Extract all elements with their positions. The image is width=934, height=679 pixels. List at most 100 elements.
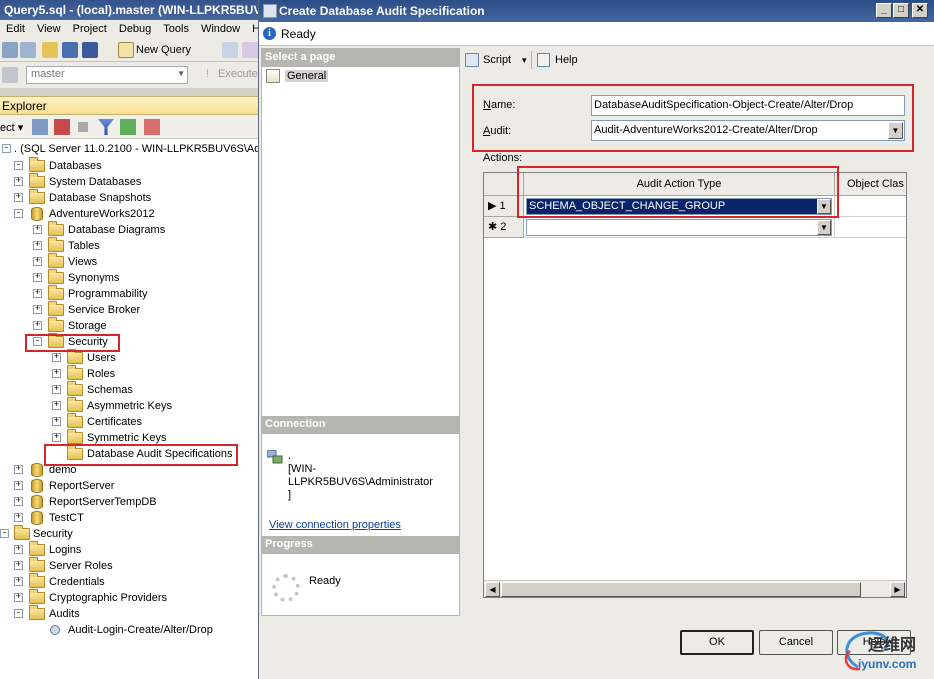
close-button[interactable]: ✕ [912, 3, 928, 18]
expand-icon[interactable]: + [52, 401, 61, 410]
mdx-query-icon[interactable] [222, 42, 238, 58]
expand-icon[interactable]: + [33, 289, 42, 298]
select-page-header: Select a page [262, 49, 459, 67]
folder-icon [29, 173, 45, 188]
menu-edit[interactable]: Edit [0, 20, 31, 37]
connect-button[interactable]: ect ▾ [0, 121, 23, 134]
collapse-icon[interactable]: - [14, 209, 23, 218]
open-file-icon[interactable] [42, 42, 58, 58]
filter-icon[interactable] [98, 119, 114, 135]
object-class-cell-new[interactable] [835, 217, 906, 238]
maximize-button[interactable]: □ [893, 3, 909, 18]
expand-icon[interactable]: + [52, 369, 61, 378]
ssms-title: Query5.sql - (local).master (WIN-LLPKR5B… [4, 3, 260, 17]
folder-icon [48, 221, 64, 236]
expand-icon[interactable]: + [52, 433, 61, 442]
menu-window[interactable]: Window [195, 20, 246, 37]
row-header-2[interactable]: ✱ 2 [484, 217, 524, 238]
view-connection-properties-link[interactable]: View connection properties [269, 519, 401, 531]
collapse-icon[interactable]: - [14, 161, 23, 170]
menu-view[interactable]: View [31, 20, 67, 37]
page-general-label: General [285, 70, 329, 82]
dialog-status-bar: i Ready [259, 22, 934, 46]
execute-button[interactable]: ! Execute [206, 68, 258, 80]
expand-icon[interactable]: + [14, 577, 23, 586]
folder-icon [14, 525, 30, 540]
expand-icon[interactable]: + [14, 545, 23, 554]
expand-icon[interactable]: + [33, 225, 42, 234]
chevron-down-icon[interactable]: ▼ [817, 199, 831, 214]
audit-action-type-select[interactable]: SCHEMA_OBJECT_CHANGE_GROUP ▼ [526, 198, 832, 215]
help-icon [537, 53, 550, 67]
create-audit-spec-dialog: Create Database Audit Specification _ □ … [258, 0, 934, 679]
expand-icon[interactable]: + [33, 241, 42, 250]
expand-icon[interactable]: + [14, 561, 23, 570]
refresh-icon[interactable] [120, 119, 136, 135]
scroll-left-icon[interactable]: ◀ [485, 582, 500, 597]
minimize-button[interactable]: _ [876, 3, 892, 18]
dmx-query-icon[interactable] [242, 42, 258, 58]
folder-icon [29, 605, 45, 620]
name-input[interactable]: DatabaseAuditSpecification-Object-Create… [591, 95, 905, 116]
column-header-object-class[interactable]: Object Clas [835, 173, 906, 196]
audit-action-type-select-new[interactable]: ▼ [526, 219, 832, 236]
expand-icon[interactable]: + [52, 353, 61, 362]
expand-icon[interactable]: + [14, 465, 23, 474]
row-header-1[interactable]: ▶ 1 [484, 196, 524, 217]
object-explorer-tree: - . (SQL Server 11.0.2100 - WIN-LLPKR5BU… [0, 139, 258, 679]
expand-icon[interactable]: + [33, 273, 42, 282]
new-query-button[interactable]: New Query [118, 42, 191, 58]
collapse-icon[interactable]: - [0, 529, 9, 538]
expand-icon[interactable]: + [14, 593, 23, 602]
connection-server: . [288, 450, 292, 462]
ssms-menu-bar: Edit View Project Debug Tools Window H [0, 20, 260, 38]
database-select[interactable]: master ▼ [26, 66, 188, 84]
save-icon[interactable] [62, 42, 78, 58]
folder-icon [48, 333, 64, 348]
audit-select[interactable]: Audit-AdventureWorks2012-Create/Alter/Dr… [591, 120, 905, 141]
expand-icon[interactable]: + [14, 513, 23, 522]
expand-icon[interactable]: + [33, 305, 42, 314]
folder-icon [48, 253, 64, 268]
activity-monitor-icon[interactable] [144, 119, 160, 135]
save-all-icon[interactable] [82, 42, 98, 58]
expand-icon[interactable]: + [14, 497, 23, 506]
connect-server-icon[interactable] [32, 119, 48, 135]
progress-status: Ready [309, 575, 341, 587]
chevron-down-icon[interactable]: ▼ [888, 122, 903, 139]
scrollbar-thumb[interactable] [501, 582, 861, 597]
expand-icon[interactable]: + [33, 321, 42, 330]
collapse-icon[interactable]: - [14, 609, 23, 618]
progress-header: Progress [262, 536, 459, 554]
expand-icon[interactable]: + [14, 193, 23, 202]
collapse-icon[interactable]: - [2, 144, 11, 153]
database-icon [31, 495, 43, 509]
object-class-cell[interactable] [835, 196, 906, 217]
object-explorer-title: Explorer [2, 99, 47, 113]
expand-icon[interactable]: + [14, 177, 23, 186]
menu-project[interactable]: Project [67, 20, 113, 37]
new-project-icon[interactable] [2, 42, 18, 58]
connection-user: [WIN-LLPKR5BUV6S\Administrator ] [288, 463, 433, 501]
script-button[interactable]: Script ▼ [465, 53, 528, 68]
chevron-down-icon[interactable]: ▼ [817, 220, 831, 235]
menu-tools[interactable]: Tools [157, 20, 195, 37]
collapse-icon[interactable]: - [33, 337, 42, 346]
expand-icon[interactable]: + [52, 417, 61, 426]
add-item-icon[interactable] [20, 42, 36, 58]
disconnect-icon[interactable] [54, 119, 70, 135]
scroll-right-icon[interactable]: ▶ [890, 582, 905, 597]
menu-debug[interactable]: Debug [113, 20, 157, 37]
help-toolbar-button[interactable]: Help [537, 53, 578, 67]
horizontal-scrollbar[interactable]: ◀ ▶ [484, 580, 906, 597]
app-icon [263, 4, 277, 18]
folder-icon [29, 189, 45, 204]
page-general[interactable]: General [265, 68, 329, 84]
expand-icon[interactable]: + [33, 257, 42, 266]
ok-button[interactable]: OK [680, 630, 754, 655]
stop-icon[interactable] [78, 122, 88, 132]
cancel-button[interactable]: Cancel [759, 630, 833, 655]
expand-icon[interactable]: + [52, 385, 61, 394]
column-header-audit-action-type[interactable]: Audit Action Type [524, 173, 835, 196]
expand-icon[interactable]: + [14, 481, 23, 490]
